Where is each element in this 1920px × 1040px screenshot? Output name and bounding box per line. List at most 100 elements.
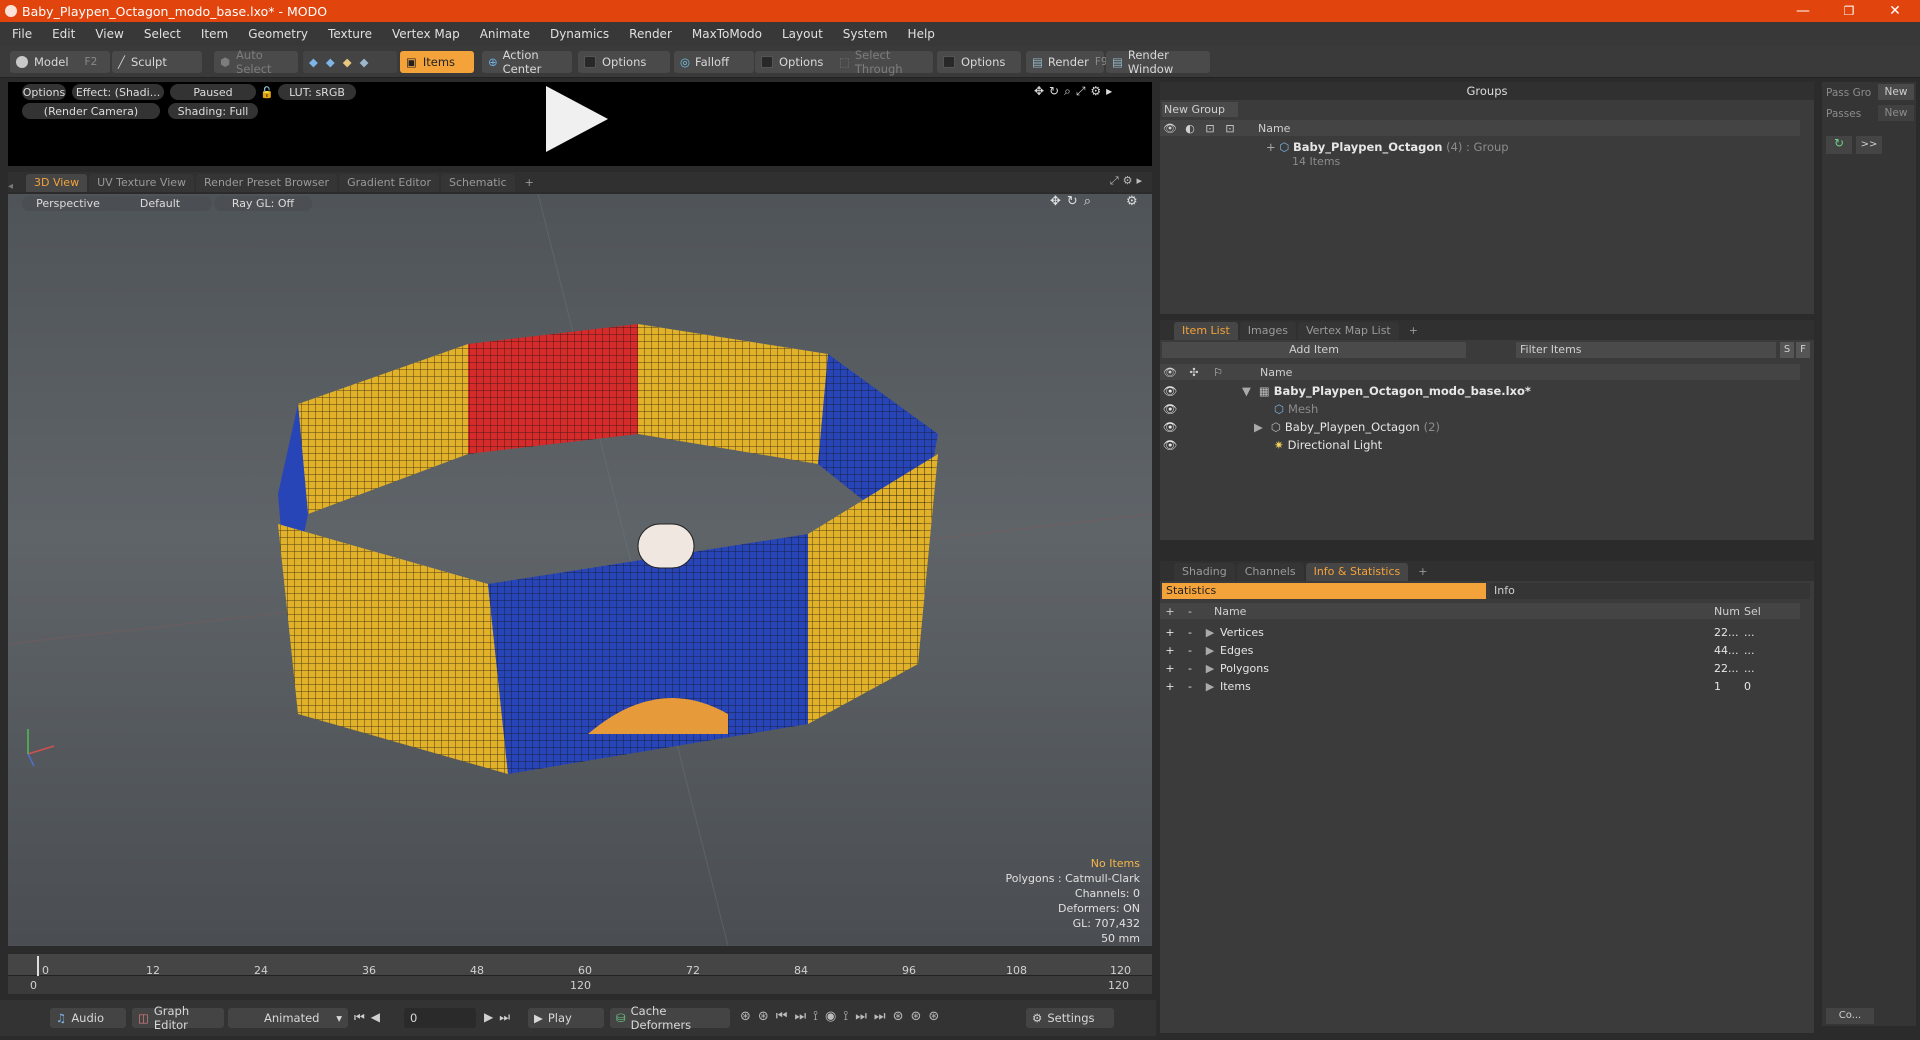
falloff-button[interactable]: ◎ Falloff [674, 51, 754, 73]
preview-nav-icons[interactable]: ✥↻⌕⤢⚙▸ [1034, 84, 1117, 99]
menu-file[interactable]: File [0, 27, 42, 41]
render-camera-dropdown[interactable]: (Render Camera) [22, 103, 160, 119]
viewport-expand-icon[interactable]: ⤢⚙▸ [1110, 174, 1146, 188]
side-co-button[interactable]: Co... [1826, 1008, 1874, 1024]
table-row[interactable]: + - ▶ Items 10 [1160, 677, 1800, 695]
preview-effect-dropdown[interactable]: Effect: (Shadi... [72, 84, 164, 100]
tab-channels[interactable]: Channels [1236, 563, 1304, 581]
select-through-button[interactable]: ⬚ Select Through [833, 48, 933, 76]
lut-dropdown[interactable]: LUT: sRGB [278, 84, 356, 100]
tab-render-preset-browser[interactable]: Render Preset Browser [196, 174, 338, 192]
render-window-button[interactable]: ▤ Render Window [1106, 48, 1210, 76]
materials-mode-icon[interactable]: ◆ [360, 55, 369, 69]
transport-next-icons[interactable]: ▶⏭ [484, 1010, 516, 1025]
action-center-options-button[interactable]: Options [578, 51, 670, 73]
group-row[interactable]: + ⬡ Baby_Playpen_Octagon (4) : Group [1266, 140, 1509, 154]
timeline[interactable]: 0 12 24 36 48 60 72 84 96 108 120 0 120 … [8, 954, 1152, 994]
maximize-button[interactable]: ❐ [1826, 0, 1872, 22]
new-group-button[interactable]: New Group [1162, 102, 1238, 117]
list-item[interactable]: 👁 ▶ ⬡ Baby_Playpen_Octagon (2) [1160, 418, 1800, 436]
close-button[interactable]: ✕ [1872, 0, 1918, 22]
lock-icon[interactable]: 🔓 [260, 84, 274, 100]
eye-icon[interactable]: 👁 [1160, 438, 1180, 452]
sculpt-mode-button[interactable]: ╱ Sculpt [112, 51, 202, 73]
filter-f-button[interactable]: F [1796, 342, 1810, 358]
tab-uv-texture-view[interactable]: UV Texture View [89, 174, 195, 192]
add-item-dropdown[interactable]: Add Item [1162, 342, 1466, 358]
menu-select[interactable]: Select [134, 27, 191, 41]
expand-arrow-icon[interactable]: ▶ [1200, 662, 1220, 675]
animated-dropdown[interactable]: Animated ▾ [228, 1008, 348, 1028]
list-item[interactable]: 👁 ✷ Directional Light [1160, 436, 1800, 454]
add-stats-tab-button[interactable]: + [1410, 563, 1435, 581]
falloff-options-button[interactable]: Options [755, 51, 837, 73]
menu-system[interactable]: System [833, 27, 898, 41]
menu-dynamics[interactable]: Dynamics [540, 27, 619, 41]
menu-animate[interactable]: Animate [470, 27, 540, 41]
polygons-mode-icon[interactable]: ◆ [343, 55, 352, 69]
filter-s-button[interactable]: S [1780, 342, 1794, 358]
select-through-options-button[interactable]: Options [937, 51, 1021, 73]
expand-arrow-icon[interactable]: ▶ [1200, 644, 1220, 657]
add-itemlist-tab-button[interactable]: + [1401, 322, 1426, 340]
tab-gradient-editor[interactable]: Gradient Editor [339, 174, 439, 192]
menu-maxtomodo[interactable]: MaxToModo [682, 27, 772, 41]
table-row[interactable]: + - ▶ Vertices 22...... [1160, 623, 1800, 641]
expand-plus-icon[interactable]: + [1266, 140, 1276, 154]
transport-prev-icons[interactable]: ⏮◀ [354, 1010, 386, 1025]
collapse-minus-icon[interactable]: - [1180, 644, 1200, 657]
filter-items-input[interactable]: Filter Items [1516, 342, 1776, 358]
eye-icon[interactable]: 👁 [1160, 402, 1180, 416]
menu-layout[interactable]: Layout [772, 27, 833, 41]
add-tab-button[interactable]: + [517, 174, 542, 192]
eye-icon[interactable]: 👁 [1160, 420, 1180, 434]
statistics-tab[interactable]: Statistics [1162, 583, 1486, 599]
vertices-mode-icon[interactable]: ◆ [309, 55, 318, 69]
preview-options-button[interactable]: Options [22, 84, 66, 100]
expand-plus-icon[interactable]: + [1160, 644, 1180, 657]
expand-plus-icon[interactable]: + [1160, 662, 1180, 675]
tab-images[interactable]: Images [1239, 322, 1296, 340]
keyframe-tool-icons[interactable]: ⊛⊛⏮⏭⟟◉⟟⏭⏭⊛⊛⊛ [740, 1009, 946, 1024]
settings-button[interactable]: ⚙ Settings [1026, 1008, 1114, 1028]
tab-schematic[interactable]: Schematic [441, 174, 515, 192]
expand-plus-icon[interactable]: + [1160, 680, 1180, 693]
edges-mode-icon[interactable]: ◆ [326, 55, 335, 69]
tab-3d-view[interactable]: 3D View [26, 174, 88, 192]
menu-edit[interactable]: Edit [42, 27, 85, 41]
auto-select-button[interactable]: ⬢ Auto Select [214, 48, 298, 76]
tab-item-list[interactable]: Item List [1174, 322, 1238, 340]
menu-help[interactable]: Help [898, 27, 945, 41]
new-pass-group-button[interactable]: New [1878, 84, 1914, 100]
tab-vertex-map-list[interactable]: Vertex Map List [1297, 322, 1399, 340]
table-row[interactable]: + - ▶ Edges 44...... [1160, 641, 1800, 659]
audio-button[interactable]: ♫ Audio [50, 1008, 126, 1028]
menu-texture[interactable]: Texture [318, 27, 382, 41]
frame-field[interactable]: 0 [404, 1008, 476, 1028]
shading-dropdown[interactable]: Shading: Full [168, 103, 258, 119]
menu-geometry[interactable]: Geometry [238, 27, 318, 41]
menu-render[interactable]: Render [619, 27, 682, 41]
action-center-button[interactable]: ⊕ Action Center [482, 48, 572, 76]
tab-info-statistics[interactable]: Info & Statistics [1305, 563, 1409, 581]
new-pass-button[interactable]: New [1878, 105, 1914, 121]
table-row[interactable]: + - ▶ Polygons 22...... [1160, 659, 1800, 677]
menu-view[interactable]: View [85, 27, 133, 41]
collapse-minus-icon[interactable]: - [1180, 680, 1200, 693]
menu-item[interactable]: Item [191, 27, 238, 41]
expand-arrow-icon[interactable]: ▶ [1200, 626, 1220, 639]
collapse-arrow-icon[interactable]: ▼ [1242, 384, 1251, 398]
timeline-playhead[interactable] [37, 956, 39, 976]
tab-shading[interactable]: Shading [1174, 563, 1235, 581]
menu-vertex-map[interactable]: Vertex Map [382, 27, 470, 41]
graph-editor-button[interactable]: ◫ Graph Editor [132, 1004, 224, 1032]
expand-plus-icon[interactable]: + [1160, 626, 1180, 639]
model-mode-button[interactable]: Model F2 [10, 51, 110, 73]
collapse-minus-icon[interactable]: - [1180, 662, 1200, 675]
refresh-icon[interactable]: ↻ [1826, 136, 1852, 154]
cache-deformers-button[interactable]: ⛁ Cache Deformers [610, 1004, 730, 1032]
render-button[interactable]: ▤ Render F9 [1026, 51, 1108, 73]
items-mode-button[interactable]: ▣ Items [400, 51, 474, 73]
collapse-minus-icon[interactable]: - [1180, 626, 1200, 639]
expand-arrow-icon[interactable]: ▶ [1200, 680, 1220, 693]
